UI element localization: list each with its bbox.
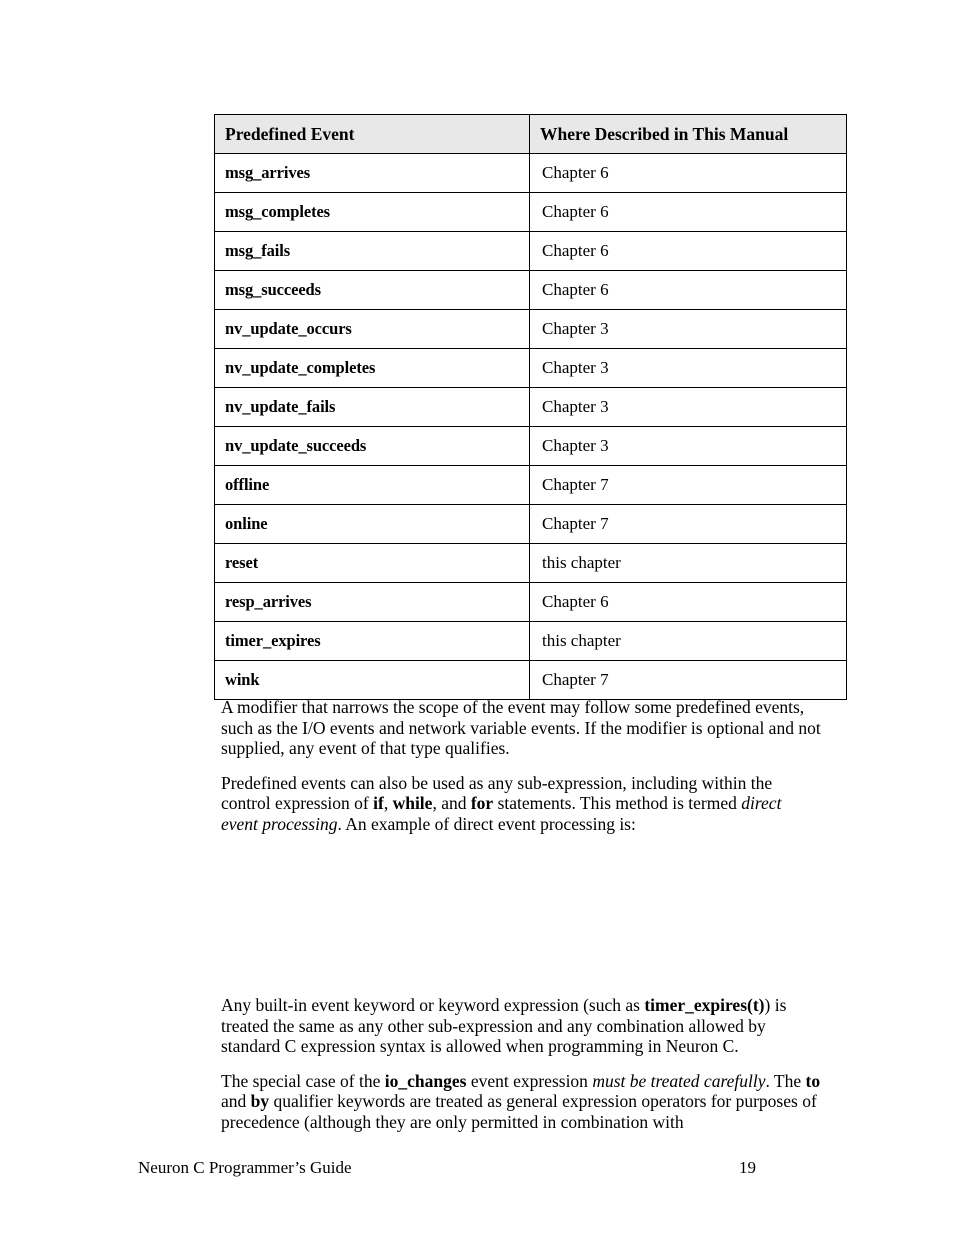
cell-where-described: Chapter 3 [529, 387, 847, 427]
cell-where-described: Chapter 7 [529, 465, 847, 505]
cell-event-name: msg_succeeds [214, 270, 530, 310]
cell-where-described: Chapter 7 [529, 660, 847, 700]
paragraph-text: qualifier keywords are treated as genera… [221, 1091, 817, 1132]
cell-where-described: Chapter 6 [529, 582, 847, 622]
table-row: nv_update_succeeds Chapter 3 [214, 426, 847, 466]
cell-event-name: nv_update_succeeds [214, 426, 530, 466]
table-row: nv_update_fails Chapter 3 [214, 387, 847, 427]
table-row: msg_completes Chapter 6 [214, 192, 847, 232]
cell-where-described: Chapter 7 [529, 504, 847, 544]
column-header-where-described: Where Described in This Manual [529, 114, 847, 154]
table-row: wink Chapter 7 [214, 660, 847, 700]
paragraph-text: statements. This method is termed [493, 793, 742, 813]
cell-where-described: Chapter 3 [529, 426, 847, 466]
cell-where-described: Chapter 6 [529, 153, 847, 193]
paragraph-text: . The [765, 1070, 806, 1091]
cell-event-name: wink [214, 660, 530, 700]
table-row: nv_update_occurs Chapter 3 [214, 309, 847, 349]
paragraph-text: Any built-in event keyword or keyword ex… [221, 995, 645, 1015]
paragraph-io-changes-special-case: The special case of the io_changes event… [221, 1071, 821, 1133]
cell-event-name: nv_update_occurs [214, 309, 530, 349]
keyword-while: while [392, 793, 433, 813]
table-row: msg_fails Chapter 6 [214, 231, 847, 271]
cell-where-described: Chapter 6 [529, 231, 847, 271]
table-header-row: Predefined Event Where Described in This… [214, 114, 847, 154]
emphasis-treated-carefully: must be treated carefully [592, 1070, 766, 1091]
cell-event-name: nv_update_fails [214, 387, 530, 427]
keyword-for: for [470, 793, 494, 813]
table-row: msg_succeeds Chapter 6 [214, 270, 847, 310]
cell-event-name: reset [214, 543, 530, 583]
cell-where-described: Chapter 3 [529, 309, 847, 349]
paragraph-modifier-scope: A modifier that narrows the scope of the… [221, 697, 821, 759]
paragraph-text: . An example of direct event processing … [337, 813, 636, 834]
body-text-lower: Any built-in event keyword or keyword ex… [221, 995, 821, 1132]
paragraph-text: , and [432, 793, 471, 813]
cell-event-name: timer_expires [214, 621, 530, 661]
document-page: Predefined Event Where Described in This… [0, 0, 954, 1235]
cell-where-described: Chapter 3 [529, 348, 847, 388]
paragraph-builtin-event-keyword: Any built-in event keyword or keyword ex… [221, 995, 821, 1057]
keyword-if: if [373, 793, 384, 813]
table-row: resp_arrives Chapter 6 [214, 582, 847, 622]
cell-event-name: msg_completes [214, 192, 530, 232]
cell-event-name: msg_arrives [214, 153, 530, 193]
keyword-io-changes: io_changes [384, 1070, 467, 1091]
paragraph-text: event expression [466, 1070, 593, 1091]
paragraph-direct-event-processing: Predefined events can also be used as an… [221, 773, 821, 835]
cell-event-name: msg_fails [214, 231, 530, 271]
footer-document-title: Neuron C Programmer’s Guide [138, 1158, 352, 1177]
table-row: nv_update_completes Chapter 3 [214, 348, 847, 388]
table-row: timer_expires this chapter [214, 621, 847, 661]
paragraph-text: , [383, 793, 393, 813]
footer-page-number: 19 [739, 1158, 756, 1177]
keyword-timer-expires: timer_expires(t) [644, 995, 765, 1015]
cell-event-name: offline [214, 465, 530, 505]
keyword-to: to [805, 1070, 821, 1091]
column-header-predefined-event: Predefined Event [214, 114, 530, 154]
cell-event-name: online [214, 504, 530, 544]
table-row: reset this chapter [214, 543, 847, 583]
table-row: msg_arrives Chapter 6 [214, 153, 847, 193]
predefined-events-table: Predefined Event Where Described in This… [214, 114, 847, 700]
table-body: msg_arrives Chapter 6 msg_completes Chap… [214, 153, 847, 700]
body-text-upper: A modifier that narrows the scope of the… [221, 697, 821, 834]
code-example-placeholder [221, 835, 821, 985]
page-footer: Neuron C Programmer’s Guide 19 [138, 1158, 816, 1178]
keyword-by: by [250, 1091, 270, 1111]
table-row: online Chapter 7 [214, 504, 847, 544]
paragraph-text: and [221, 1091, 251, 1111]
paragraph-text: The special case of the [221, 1070, 385, 1091]
cell-event-name: resp_arrives [214, 582, 530, 622]
paragraph-text: A modifier that narrows the scope of the… [221, 697, 821, 758]
cell-where-described: Chapter 6 [529, 270, 847, 310]
cell-where-described: this chapter [529, 621, 847, 661]
table-row: offline Chapter 7 [214, 465, 847, 505]
cell-where-described: Chapter 6 [529, 192, 847, 232]
cell-event-name: nv_update_completes [214, 348, 530, 388]
cell-where-described: this chapter [529, 543, 847, 583]
